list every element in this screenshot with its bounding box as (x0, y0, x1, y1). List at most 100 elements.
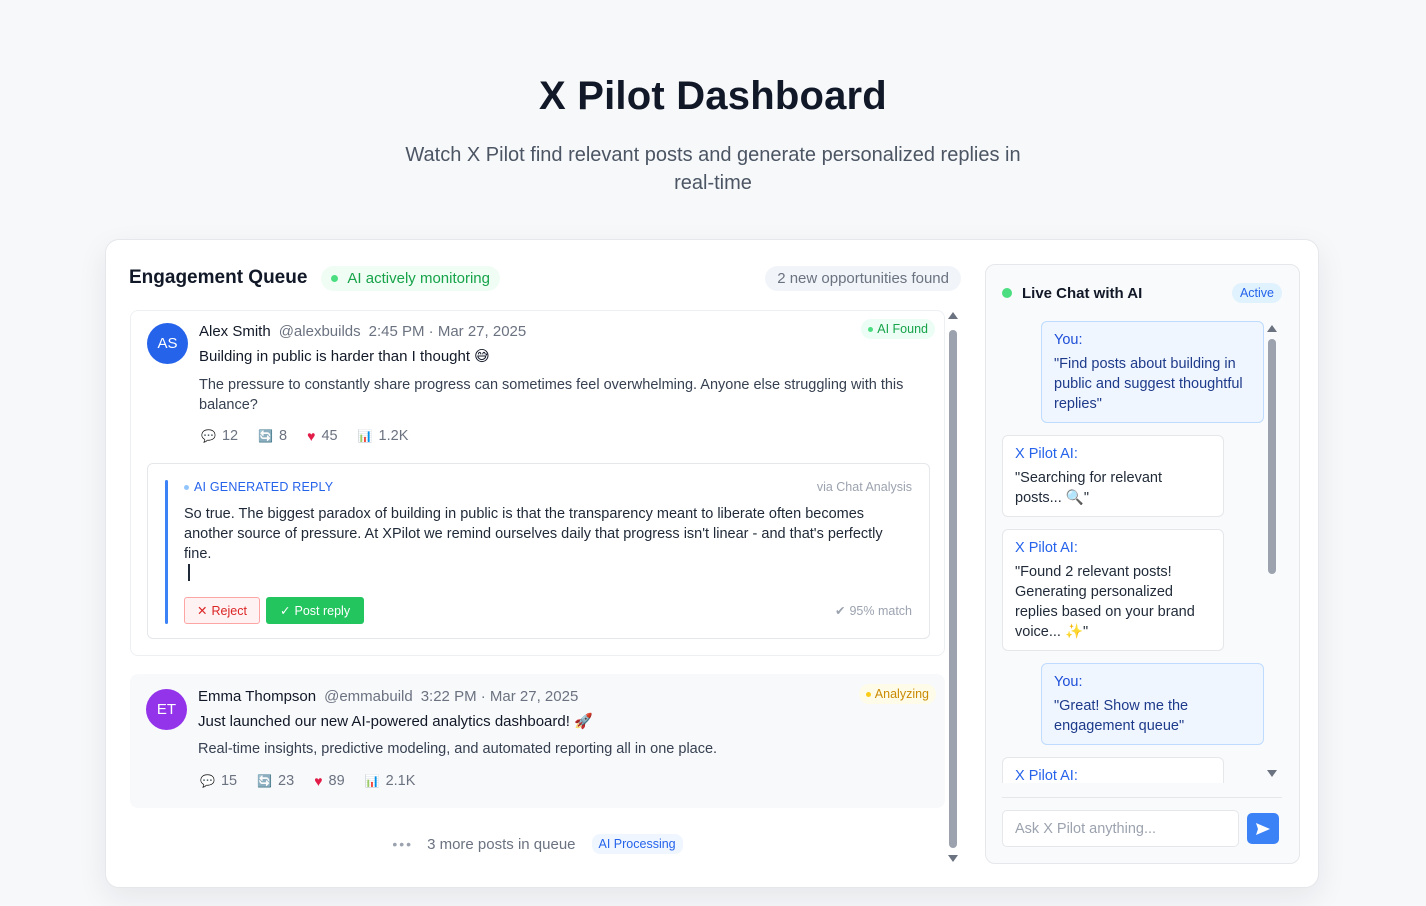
chat-scrollbar[interactable] (1266, 325, 1278, 777)
reject-button[interactable]: ✕ Reject (184, 597, 260, 624)
post-reply-button[interactable]: ✓ Post reply (266, 597, 365, 624)
badge-dot-icon (868, 326, 874, 332)
status-dot-icon (331, 274, 339, 282)
views-icon: 📊 (364, 774, 380, 788)
text-caret (188, 564, 190, 581)
views-count: 1.2K (378, 428, 409, 444)
hero: X Pilot Dashboard Watch X Pilot find rel… (0, 74, 1426, 197)
queue-footer: ••• 3 more posts in queue AI Processing (130, 834, 945, 854)
post-stats: 💬 15 🔄 23 ♥ 89 📊 2.1K (200, 773, 435, 789)
post-headline: Just launched our new AI-powered analyti… (198, 713, 593, 730)
chat-panel: Live Chat with AI Active You: "Find post… (985, 264, 1300, 864)
reply-label-text: AI GENERATED REPLY (194, 480, 334, 494)
scroll-up-icon[interactable] (1267, 325, 1277, 332)
scroll-up-icon[interactable] (948, 312, 958, 319)
author-handle: @emmabuild (324, 688, 413, 705)
match-label: 95% match (849, 603, 912, 618)
queue-scrollbar[interactable] (947, 312, 959, 862)
message-text: "Searching for relevant posts... 🔍" (1015, 470, 1163, 506)
message-sender: You: (1054, 674, 1083, 690)
post-reply-label: Post reply (294, 603, 351, 618)
match-score: ✔ 95% match (834, 603, 912, 619)
like-count: 89 (328, 773, 345, 789)
post-body: Real-time insights, predictive modeling,… (198, 741, 718, 757)
chat-message-ai: X Pilot AI: (1002, 757, 1224, 783)
message-sender: X Pilot AI: (1015, 446, 1078, 462)
processing-badge: AI Processing (591, 834, 683, 854)
queue-title: Engagement Queue (129, 267, 308, 288)
post-stats: 💬 12 🔄 8 ♥ 45 📊 1.2K (201, 428, 428, 444)
check-icon: ✓ (280, 604, 291, 618)
scroll-down-icon[interactable] (948, 855, 958, 862)
badge-label: AI Found (877, 322, 928, 336)
chat-message-user: You: "Find posts about building in publi… (1041, 321, 1264, 423)
queue-header: Engagement Queue AI actively monitoring … (129, 264, 961, 292)
post-meta: Emma Thompson @emmabuild 3:22 PM · Mar 27,… (198, 688, 578, 705)
heart-icon: ♥ (314, 773, 323, 789)
message-sender: You: (1054, 332, 1083, 348)
scroll-thumb[interactable] (949, 330, 957, 848)
views-count: 2.1K (385, 773, 416, 789)
chat-message-partial: X Pilot AI: (1002, 757, 1224, 783)
queue-post[interactable]: ET Emma Thompson @emmabuild 3:22 PM · Mar … (130, 674, 945, 808)
like-count: 45 (321, 428, 338, 444)
send-icon (1256, 822, 1270, 835)
page-subtitle: Watch X Pilot find relevant posts and ge… (405, 144, 1021, 194)
monitoring-status: AI actively monitoring (321, 265, 500, 291)
post-time: 3:22 PM · Mar 27, 2025 (420, 688, 579, 705)
page-title: X Pilot Dashboard (539, 74, 887, 118)
badge-dot-icon (865, 691, 871, 697)
queue-post[interactable]: AS Alex Smith @alexbuilds 2:45 PM · Mar 27… (130, 310, 945, 656)
comment-icon: 💬 (201, 429, 216, 443)
dashboard-card: Engagement Queue AI actively monitoring … (105, 239, 1319, 888)
message-text: "Found 2 relevant posts! Generating pers… (1015, 564, 1195, 640)
message-sender: X Pilot AI: (1015, 540, 1078, 556)
reply-accent-bar (165, 480, 168, 624)
check-circle-icon: ✔ (834, 604, 846, 618)
comment-stat: 💬 15 (200, 773, 237, 789)
comment-icon: 💬 (200, 774, 215, 788)
chat-title: Live Chat with AI (1022, 284, 1143, 302)
retweet-stat: 🔄 8 (258, 428, 287, 444)
divider (1002, 797, 1282, 798)
online-dot-icon (1002, 288, 1012, 298)
reply-source: via Chat Analysis (816, 480, 912, 494)
heart-icon: ♥ (307, 428, 316, 444)
post-meta: Alex Smith @alexbuilds 2:45 PM · Mar 27, 2… (199, 323, 526, 340)
retweet-icon: 🔄 (258, 429, 274, 443)
avatar: ET (146, 689, 187, 730)
message-text: "Find posts about building in public and… (1054, 356, 1243, 412)
monitoring-label: AI actively monitoring (347, 269, 490, 287)
like-stat: ♥ 45 (307, 428, 337, 444)
like-stat: ♥ 89 (314, 773, 344, 789)
post-headline: Building in public is harder than I thou… (199, 348, 490, 365)
send-button[interactable] (1247, 813, 1279, 844)
avatar: AS (147, 323, 188, 364)
chat-status-badge: Active (1231, 283, 1282, 303)
chat-input[interactable] (1002, 810, 1239, 847)
post-time: 2:45 PM · Mar 27, 2025 (368, 323, 527, 340)
comment-count: 15 (220, 773, 238, 789)
message-sender: X Pilot AI: (1015, 768, 1078, 783)
status-badge: AI Found (861, 319, 935, 339)
views-stat: 📊 1.2K (358, 428, 409, 444)
reply-text[interactable]: So true. The biggest paradox of building… (184, 504, 914, 564)
ai-reply-panel: AI GENERATED REPLY via Chat Analysis So … (147, 463, 930, 639)
reject-label: Reject (211, 603, 247, 618)
opportunities-badge: 2 new opportunities found (765, 265, 961, 291)
views-icon: 📊 (357, 429, 373, 443)
scroll-thumb[interactable] (1268, 339, 1276, 574)
chat-message-ai: X Pilot AI: "Found 2 relevant posts! Gen… (1002, 529, 1224, 651)
author-handle: @alexbuilds (278, 323, 361, 340)
views-stat: 📊 2.1K (365, 773, 416, 789)
author-name: Alex Smith (199, 323, 271, 340)
chat-message-user: You: "Great! Show me the engagement queu… (1041, 663, 1264, 745)
scroll-down-icon[interactable] (1267, 770, 1277, 777)
close-icon: ✕ (197, 604, 208, 618)
comment-count: 12 (221, 428, 239, 444)
badge-label: Analyzing (874, 687, 929, 701)
more-posts-label[interactable]: 3 more posts in queue (427, 836, 575, 853)
reply-label: AI GENERATED REPLY (184, 480, 333, 494)
retweet-count: 23 (278, 773, 295, 789)
retweet-icon: 🔄 (257, 774, 273, 788)
